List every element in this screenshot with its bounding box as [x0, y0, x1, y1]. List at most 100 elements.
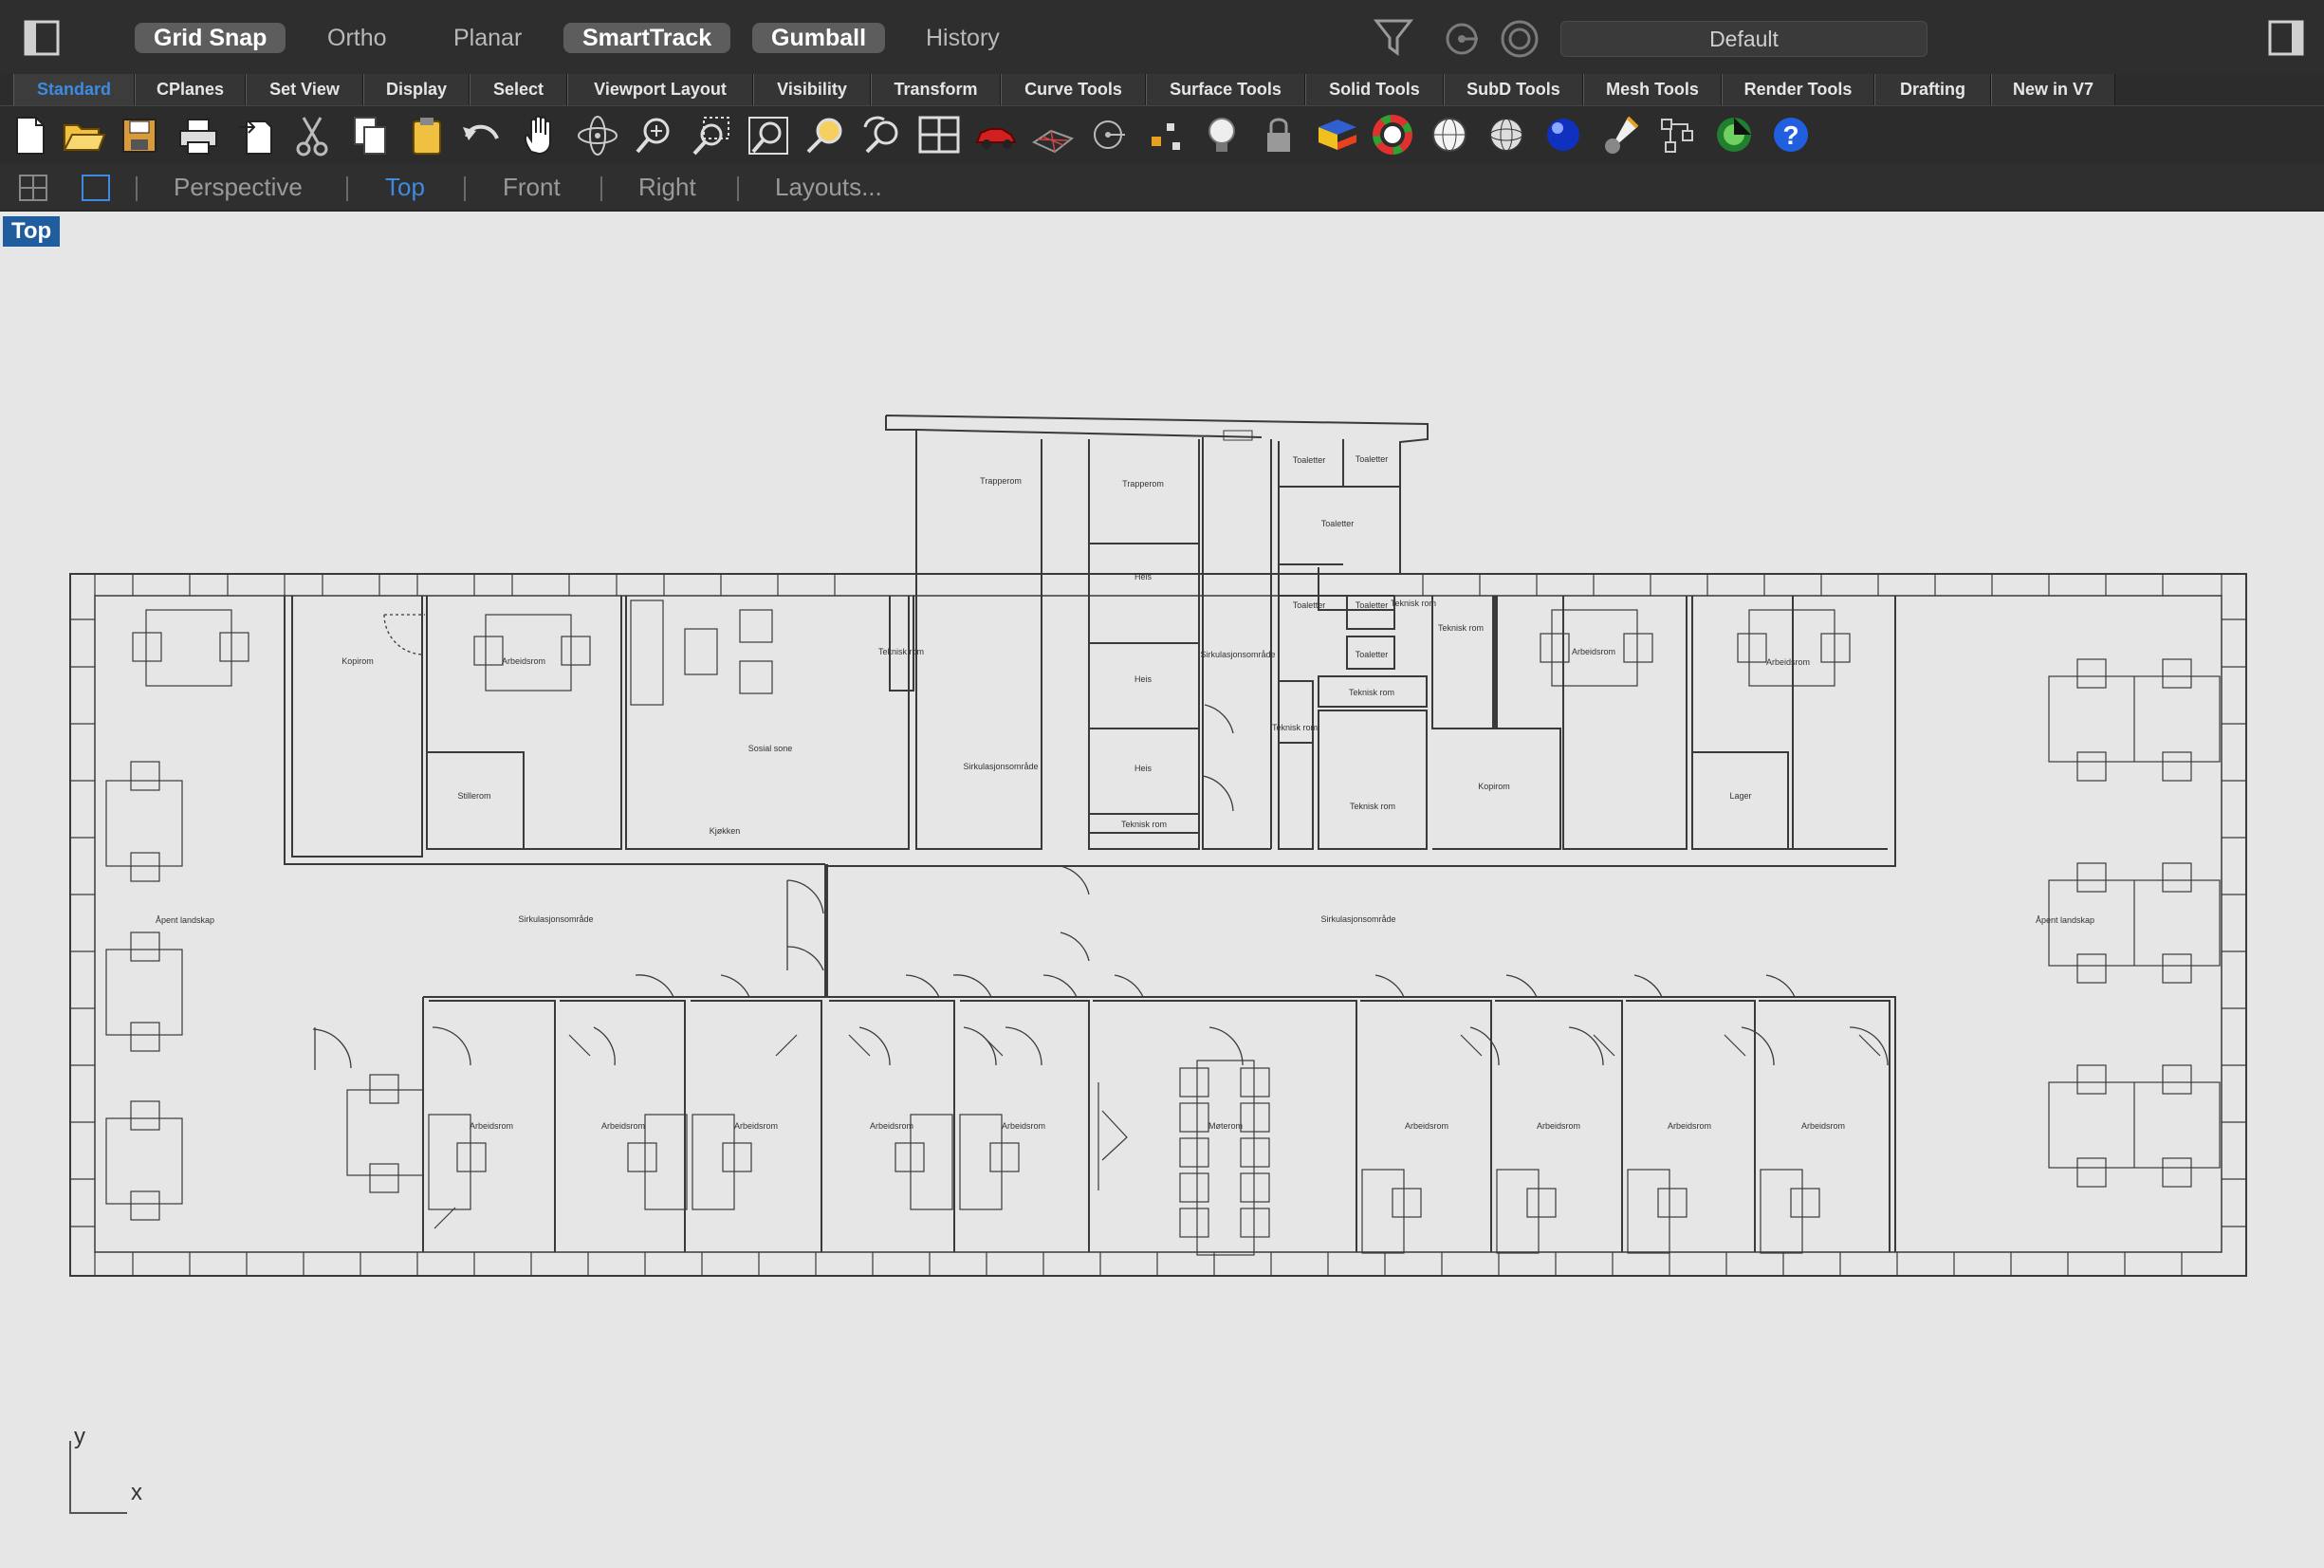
zoom-extents-icon[interactable]	[746, 114, 791, 157]
viewport-tab-front[interactable]: Front	[503, 164, 561, 211]
sidebar-toggle-right-icon[interactable]	[2267, 19, 2305, 57]
tab-new-in-v7[interactable]: New in V7	[1991, 74, 2115, 105]
layer-dropdown[interactable]: Default	[1560, 21, 1927, 57]
tab-drafting[interactable]: Drafting	[1874, 74, 1991, 105]
wall	[915, 429, 1263, 438]
grid-snap-toggle[interactable]: Grid Snap	[135, 23, 286, 53]
room-label: Heis	[1134, 764, 1152, 773]
tab-set-view[interactable]: Set View	[246, 74, 363, 105]
room-label: Åpent landskap	[2035, 915, 2095, 925]
y-axis-label: y	[74, 1424, 85, 1449]
room-label: Sirkulasjonsområde	[518, 914, 594, 924]
paste-icon[interactable]	[404, 114, 450, 157]
circle-center-icon[interactable]	[1087, 114, 1133, 157]
tab-transform[interactable]: Transform	[871, 74, 1001, 105]
tab-cplanes[interactable]: CPlanes	[135, 74, 246, 105]
room-label: Teknisk rom	[1390, 599, 1436, 608]
tab-mesh-tools[interactable]: Mesh Tools	[1583, 74, 1722, 105]
single-viewport-icon[interactable]	[82, 175, 110, 201]
pan-hand-icon[interactable]	[518, 114, 563, 157]
import-icon[interactable]	[235, 114, 281, 157]
room-label: Stillerom	[457, 791, 491, 801]
tab-display[interactable]: Display	[363, 74, 470, 105]
car-icon[interactable]	[973, 114, 1019, 157]
help-icon[interactable]: ?	[1770, 114, 1816, 157]
tab-solid-tools[interactable]: Solid Tools	[1305, 74, 1444, 105]
record-history-icon[interactable]	[1500, 19, 1540, 59]
light-bulb-icon[interactable]	[1201, 114, 1246, 157]
color-wheel-icon[interactable]	[1372, 114, 1417, 157]
room-label: Arbeidsrom	[1404, 1121, 1448, 1131]
render-icon[interactable]	[1713, 114, 1759, 157]
gumball-toggle[interactable]: Gumball	[752, 23, 886, 53]
separator	[600, 176, 602, 201]
floor-plan-drawing[interactable]	[0, 212, 2324, 1568]
viewport-grid-icon[interactable]	[19, 175, 47, 201]
room-label: Toaletter	[1355, 650, 1389, 659]
room-label: Arbeidsrom	[1765, 657, 1810, 667]
room-label: Sirkulasjonsområde	[963, 762, 1039, 771]
top-viewport[interactable]: Top Trapperom Trapperom Toaletter Toalet…	[0, 212, 2324, 1568]
tab-viewport-layout[interactable]: Viewport Layout	[567, 74, 753, 105]
zoom-icon[interactable]	[632, 114, 677, 157]
tab-select[interactable]: Select	[470, 74, 567, 105]
zoom-window-icon[interactable]	[689, 114, 734, 157]
undo-icon[interactable]	[459, 114, 505, 157]
tab-standard[interactable]: Standard	[13, 74, 135, 105]
north-rooms	[284, 430, 1896, 867]
room-label: Arbeidsrom	[469, 1121, 513, 1131]
room-label: Sosial sone	[747, 744, 793, 753]
room-label: Kopirom	[341, 656, 374, 666]
room-label: Toaletter	[1320, 519, 1355, 528]
filter-icon[interactable]	[1373, 15, 1414, 59]
cplane-grid-icon[interactable]	[1030, 114, 1076, 157]
osnap-icon[interactable]	[1444, 21, 1480, 57]
standard-toolbar: ?	[0, 105, 2324, 165]
block-icon[interactable]	[1656, 114, 1702, 157]
sphere-wire-icon[interactable]	[1429, 114, 1474, 157]
room-label: Arbeidsrom	[1800, 1121, 1845, 1131]
room-label: Arbeidsrom	[600, 1121, 645, 1131]
tab-render-tools[interactable]: Render Tools	[1722, 74, 1874, 105]
room-label: Teknisk rom	[1271, 723, 1318, 732]
new-file-icon[interactable]	[8, 114, 53, 157]
vent-grid	[1223, 430, 1253, 441]
history-toggle[interactable]: History	[907, 23, 1019, 53]
separator	[136, 176, 138, 201]
tab-curve-tools[interactable]: Curve Tools	[1001, 74, 1146, 105]
tower-wall	[885, 415, 1429, 574]
undo-view-icon[interactable]	[859, 114, 905, 157]
smarttrack-toggle[interactable]: SmartTrack	[563, 23, 731, 53]
spotlight-icon[interactable]	[1599, 114, 1645, 157]
copy-icon[interactable]	[347, 114, 393, 157]
room-label: Teknisk rom	[1349, 802, 1395, 811]
viewport-tab-perspective[interactable]: Perspective	[174, 164, 303, 211]
tab-subd-tools[interactable]: SubD Tools	[1444, 74, 1583, 105]
points-icon[interactable]	[1144, 114, 1190, 157]
lock-icon[interactable]	[1258, 114, 1303, 157]
room-label: Lager	[1729, 791, 1752, 801]
ortho-toggle[interactable]: Ortho	[308, 23, 406, 53]
tab-surface-tools[interactable]: Surface Tools	[1146, 74, 1305, 105]
layer-icon[interactable]	[1315, 114, 1360, 157]
room-label: Teknisk rom	[877, 647, 924, 656]
zoom-selected-icon[interactable]	[802, 114, 848, 157]
sidebar-toggle-left-icon[interactable]	[23, 19, 61, 57]
sphere-render-icon[interactable]	[1542, 114, 1588, 157]
sphere-shaded-icon[interactable]	[1485, 114, 1531, 157]
print-icon[interactable]	[176, 114, 222, 157]
room-label: Arbeidsrom	[733, 1121, 778, 1131]
tab-visibility[interactable]: Visibility	[753, 74, 871, 105]
toolbar-tab-row: Standard CPlanes Set View Display Select…	[0, 74, 2324, 105]
open-folder-icon[interactable]	[61, 114, 106, 157]
planar-toggle[interactable]: Planar	[434, 23, 541, 53]
viewport-tab-right[interactable]: Right	[638, 164, 696, 211]
four-viewports-icon[interactable]	[916, 114, 962, 157]
save-icon[interactable]	[118, 114, 163, 157]
viewport-tab-top[interactable]: Top	[385, 164, 425, 211]
viewport-tab-bar: Perspective Top Front Right Layouts...	[0, 164, 2324, 212]
cut-icon[interactable]	[290, 114, 336, 157]
rotate-view-icon[interactable]	[575, 114, 620, 157]
room-label: Arbeidsrom	[501, 656, 545, 666]
viewport-tab-layouts[interactable]: Layouts...	[775, 164, 882, 211]
